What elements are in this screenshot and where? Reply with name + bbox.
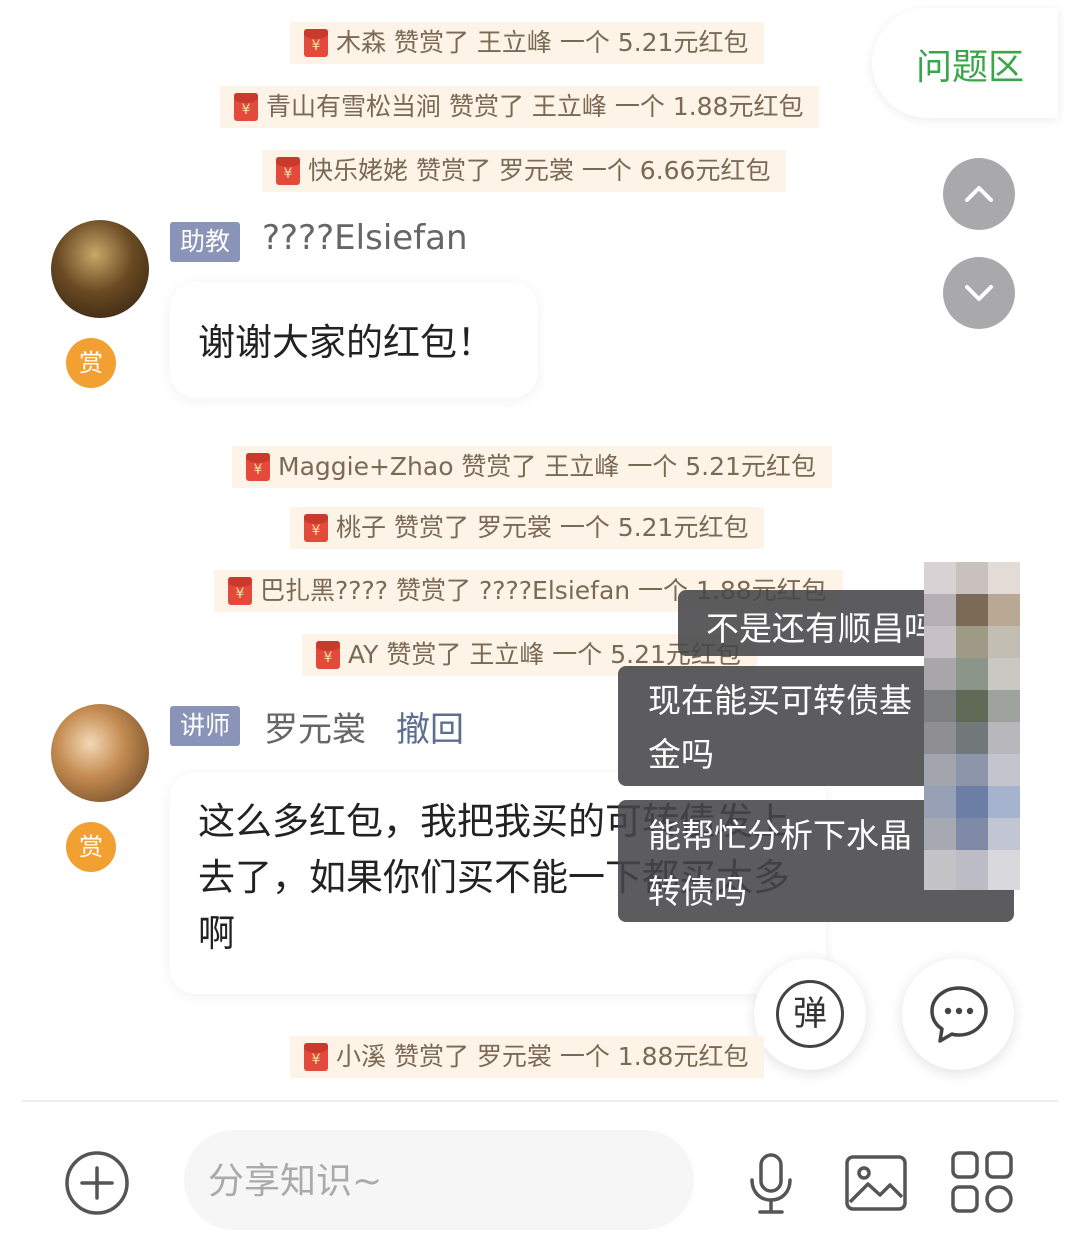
red-packet-icon: [246, 453, 270, 481]
danmaku-line: 现在能买可转债基: [648, 681, 912, 720]
message-input[interactable]: [206, 1130, 650, 1232]
red-packet-icon: [234, 93, 258, 121]
danmaku-text: 不是还有顺昌吗: [706, 609, 937, 648]
reward-notice: 青山有雪松当涧 赞赏了 王立峰 一个 1.88元红包: [220, 86, 820, 128]
reward-button[interactable]: 赏: [66, 822, 116, 872]
red-packet-icon: [276, 157, 300, 185]
microphone-icon: [750, 1153, 792, 1214]
danmaku-toggle-button[interactable]: 弹: [754, 958, 866, 1070]
plus-circle-icon: [65, 1151, 129, 1215]
message-input-wrapper: [184, 1130, 694, 1232]
reward-button[interactable]: 赏: [66, 338, 116, 388]
avatar[interactable]: [51, 220, 149, 318]
reward-notice: 快乐姥姥 赞赏了 罗元裳 一个 6.66元红包: [262, 150, 787, 192]
notice-text: Maggie+Zhao 赞赏了 王立峰 一个 5.21元红包: [278, 452, 816, 481]
notice-text: 青山有雪松当涧 赞赏了 王立峰 一个 1.88元红包: [266, 92, 804, 121]
role-badge: 讲师: [170, 706, 241, 746]
reward-notice: 小溪 赞赏了 罗元裳 一个 1.88元红包: [290, 1036, 765, 1078]
avatar[interactable]: [51, 704, 149, 802]
red-packet-icon: [304, 29, 328, 57]
image-button[interactable]: [844, 1154, 908, 1212]
red-packet-icon: [228, 577, 252, 605]
sender-name: ????Elsiefan: [262, 218, 468, 258]
red-packet-icon: [304, 1043, 328, 1071]
scroll-down-button[interactable]: [943, 257, 1015, 329]
reward-notice: 木森 赞赏了 王立峰 一个 5.21元红包: [290, 22, 765, 64]
withdraw-link[interactable]: 撤回: [396, 702, 464, 751]
chat-bubble-icon: [930, 986, 988, 1043]
comment-button[interactable]: [902, 958, 1014, 1070]
bottom-bar-divider: [22, 1100, 1058, 1102]
question-area-tab[interactable]: 问题区: [872, 8, 1058, 118]
danmaku-toggle-label: 弹: [776, 980, 844, 1048]
voice-button[interactable]: [748, 1152, 794, 1216]
reward-notice: Maggie+Zhao 赞赏了 王立峰 一个 5.21元红包: [232, 446, 832, 488]
notice-text: 小溪 赞赏了 罗元裳 一个 1.88元红包: [336, 1042, 749, 1071]
sender-name: 罗元裳: [264, 710, 366, 750]
message-bubble: 谢谢大家的红包！: [170, 282, 538, 398]
notice-text: 桃子 赞赏了 罗元裳 一个 5.21元红包: [336, 513, 749, 542]
scroll-up-button[interactable]: [943, 158, 1015, 230]
pixelated-region: [924, 562, 1020, 890]
image-icon: [845, 1155, 907, 1211]
danmaku-comment: 现在能买可转债基 金吗: [618, 666, 938, 786]
notice-text: 木森 赞赏了 王立峰 一个 5.21元红包: [336, 28, 749, 57]
role-badge: 助教: [170, 222, 241, 262]
reward-notice: 桃子 赞赏了 罗元裳 一个 5.21元红包: [290, 507, 765, 549]
question-area-label: 问题区: [916, 47, 1025, 88]
red-packet-icon: [316, 641, 340, 669]
danmaku-line: 金吗: [648, 735, 714, 774]
more-apps-button[interactable]: [950, 1150, 1014, 1214]
notice-text: 快乐姥姥 赞赏了 罗元裳 一个 6.66元红包: [308, 156, 771, 185]
chevron-up-icon: [965, 186, 993, 202]
add-button[interactable]: [64, 1150, 130, 1216]
red-packet-icon: [304, 514, 328, 542]
message-text: 谢谢大家的红包！: [198, 321, 494, 364]
danmaku-comment: 不是还有顺昌吗: [678, 590, 938, 656]
chevron-down-icon: [965, 285, 993, 301]
grid-apps-icon: [951, 1151, 1013, 1213]
